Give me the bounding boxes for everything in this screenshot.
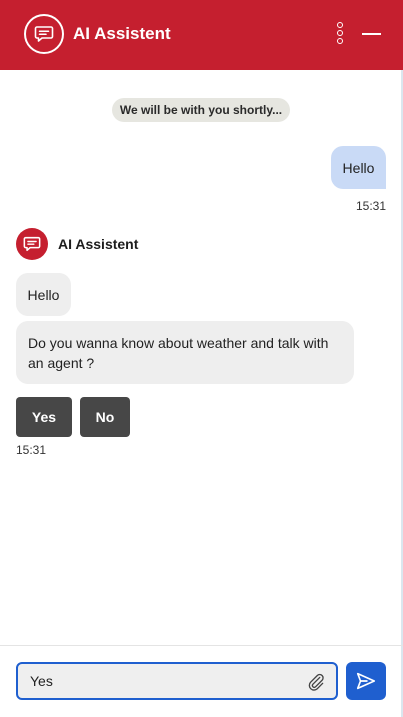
minimize-icon[interactable]	[358, 22, 384, 46]
header-title: AI Assistent	[73, 24, 171, 43]
chat-header: AI Assistent	[0, 0, 403, 70]
bot-name: AI Assistent	[58, 236, 139, 252]
chat-bubble-icon	[23, 236, 41, 252]
bot-message-bubble: Hello	[16, 273, 71, 316]
bot-avatar	[16, 228, 48, 260]
status-badge: We will be with you shortly...	[112, 98, 290, 122]
kebab-menu-icon[interactable]	[334, 22, 346, 46]
assistant-avatar	[24, 14, 64, 54]
send-icon	[356, 672, 376, 690]
user-message-time: 15:31	[356, 199, 387, 213]
no-button[interactable]: No	[80, 397, 130, 437]
yes-button[interactable]: Yes	[16, 397, 72, 437]
send-button[interactable]	[346, 662, 386, 700]
user-message-bubble: Hello	[331, 146, 386, 189]
composer-divider	[0, 645, 403, 646]
message-input[interactable]	[30, 664, 300, 698]
message-input-box[interactable]	[16, 662, 338, 700]
bot-message-time: 15:31	[16, 443, 47, 457]
chat-bubble-icon	[34, 26, 54, 42]
bot-message-bubble: Do you wanna know about weather and talk…	[16, 321, 354, 384]
paperclip-icon[interactable]	[306, 672, 326, 692]
